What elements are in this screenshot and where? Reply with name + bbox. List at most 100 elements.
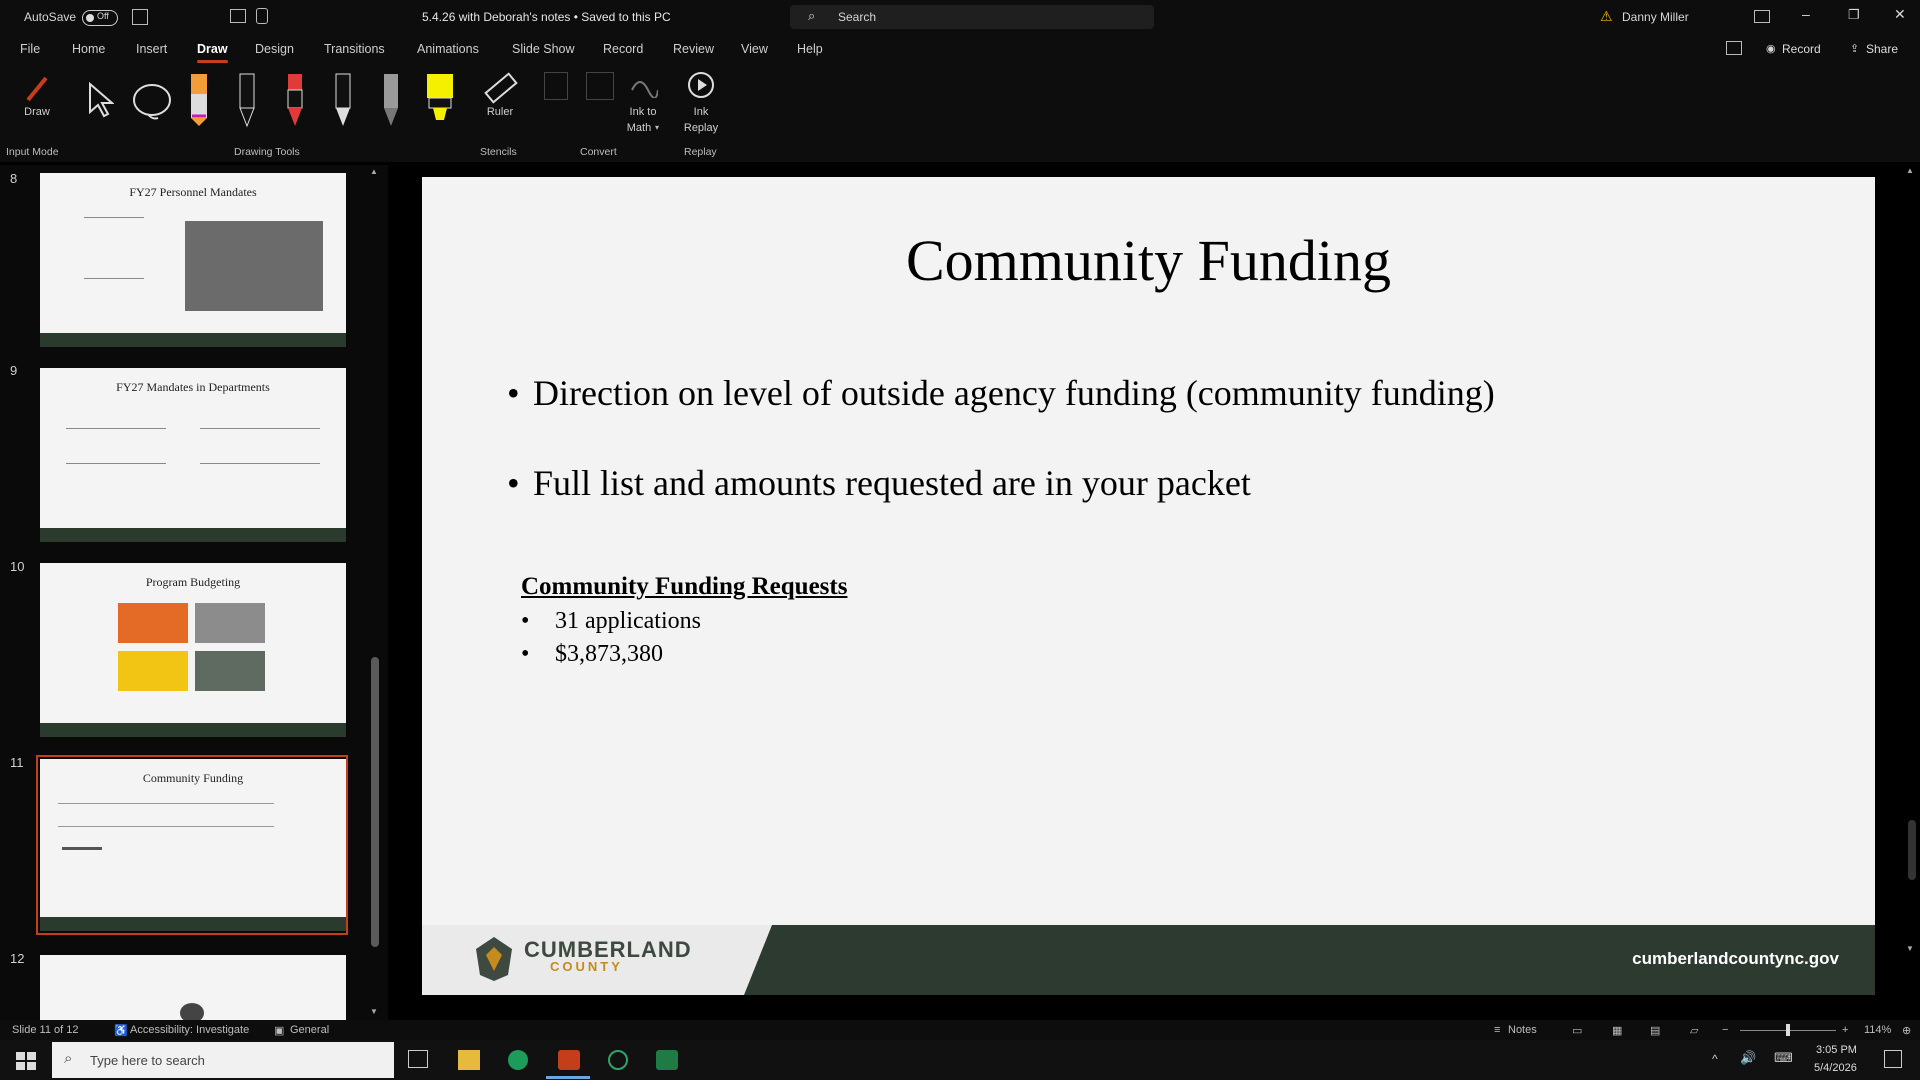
group-stencils: Stencils bbox=[480, 146, 517, 158]
select-arrow-icon[interactable] bbox=[86, 82, 114, 118]
slide-number: 12 bbox=[10, 951, 25, 966]
chevron-down-icon[interactable]: ▾ bbox=[655, 123, 659, 132]
thumbnail-footer bbox=[40, 917, 346, 931]
slide-bullet[interactable]: • Full list and amounts requested are in … bbox=[507, 462, 1251, 504]
thumbnail-scrollbar[interactable]: ▲ ▼ bbox=[368, 167, 382, 1020]
tab-design[interactable]: Design bbox=[255, 42, 294, 56]
ink-to-math-button[interactable] bbox=[628, 70, 659, 99]
slide-number: 11 bbox=[10, 755, 24, 770]
thumbnail-title: Program Budgeting bbox=[145, 575, 241, 589]
close-icon[interactable]: ✕ bbox=[1894, 6, 1906, 23]
taskbar-search[interactable]: ⌕ Type here to search bbox=[52, 1042, 394, 1078]
tab-insert[interactable]: Insert bbox=[136, 42, 167, 56]
minimize-icon[interactable]: – bbox=[1802, 6, 1810, 22]
tab-record[interactable]: Record bbox=[603, 42, 643, 56]
zoom-out-icon[interactable]: − bbox=[1722, 1024, 1728, 1036]
tab-draw[interactable]: Draw bbox=[197, 42, 228, 63]
file-explorer-icon[interactable] bbox=[458, 1050, 480, 1070]
ink-replay-icon bbox=[688, 72, 714, 98]
scroll-up-icon[interactable]: ▲ bbox=[370, 167, 378, 176]
app-icon[interactable] bbox=[608, 1050, 628, 1070]
powerpoint-icon[interactable] bbox=[558, 1050, 580, 1070]
main-scroll-down-icon[interactable]: ▼ bbox=[1906, 944, 1914, 953]
bullet-dot: • bbox=[521, 608, 530, 634]
reading-view-icon[interactable]: ▤ bbox=[1650, 1024, 1660, 1037]
slide-thumbnail-9[interactable]: FY27 Mandates in Departments bbox=[40, 368, 346, 542]
tray-chevron-icon[interactable]: ^ bbox=[1712, 1052, 1718, 1066]
draw-pencil-icon bbox=[26, 76, 48, 102]
search-box[interactable]: ⌕ Search bbox=[790, 5, 1154, 29]
record-dot-icon: ◉ bbox=[1766, 43, 1776, 55]
slide-thumbnail-12[interactable] bbox=[40, 955, 346, 1020]
pencil-gray-icon[interactable] bbox=[380, 72, 404, 128]
normal-view-icon[interactable]: ▭ bbox=[1572, 1024, 1582, 1037]
share-button[interactable]: ⇪ Share bbox=[1846, 38, 1906, 60]
touch-mode-icon[interactable] bbox=[256, 8, 268, 24]
clock-time[interactable]: 3:05 PM bbox=[1816, 1044, 1857, 1056]
slide-title[interactable]: Community Funding bbox=[422, 227, 1875, 294]
keyboard-icon[interactable]: ⌨ bbox=[1774, 1050, 1793, 1066]
main-scroll-up-icon[interactable]: ▲ bbox=[1906, 166, 1914, 175]
clock-date[interactable]: 5/4/2026 bbox=[1814, 1062, 1857, 1074]
sensitivity-icon: ▣ bbox=[274, 1025, 285, 1037]
accessibility-status[interactable]: Accessibility: Investigate bbox=[130, 1024, 249, 1036]
scrollbar-thumb[interactable] bbox=[371, 657, 379, 947]
record-button[interactable]: ◉ Record bbox=[1760, 38, 1826, 60]
tab-transitions[interactable]: Transitions bbox=[324, 42, 385, 56]
ribbon-display-icon[interactable] bbox=[1754, 10, 1770, 23]
autosave-state: Off bbox=[97, 10, 109, 21]
tab-animations[interactable]: Animations bbox=[417, 42, 479, 56]
tab-slide-show[interactable]: Slide Show bbox=[512, 42, 575, 56]
zoom-slider-handle[interactable] bbox=[1786, 1024, 1790, 1036]
edge-icon[interactable] bbox=[508, 1050, 528, 1070]
excel-icon[interactable] bbox=[656, 1050, 678, 1070]
main-scrollbar-thumb[interactable] bbox=[1908, 820, 1916, 880]
autosave-toggle[interactable]: Off bbox=[82, 9, 118, 26]
pen-gray-icon[interactable] bbox=[332, 72, 356, 128]
pen-white-icon[interactable] bbox=[236, 72, 260, 128]
highlighter-yellow-icon[interactable] bbox=[424, 70, 456, 126]
pen-orange-icon[interactable] bbox=[188, 72, 212, 128]
comments-icon[interactable] bbox=[1726, 41, 1742, 55]
ink-replay-button[interactable] bbox=[686, 70, 716, 100]
notes-button[interactable]: Notes bbox=[1508, 1024, 1537, 1036]
pen-red-icon[interactable] bbox=[284, 72, 308, 128]
thumbnail-title: FY27 Personnel Mandates bbox=[129, 185, 257, 199]
slideshow-view-icon[interactable]: ▱ bbox=[1690, 1024, 1698, 1037]
requests-heading[interactable]: Community Funding Requests bbox=[521, 573, 847, 601]
group-drawing-tools: Drawing Tools bbox=[234, 146, 300, 158]
task-view-icon[interactable] bbox=[408, 1050, 428, 1068]
notification-icon[interactable] bbox=[1884, 1050, 1902, 1068]
restore-icon[interactable]: ❐ bbox=[1848, 7, 1860, 23]
request-item[interactable]: • $3,873,380 bbox=[521, 641, 663, 668]
footer-logo-area: CUMBERLAND COUNTY bbox=[422, 925, 772, 995]
warning-icon[interactable]: ⚠ bbox=[1600, 8, 1613, 25]
windows-start-icon[interactable] bbox=[16, 1052, 36, 1070]
tab-help[interactable]: Help bbox=[797, 42, 823, 56]
slide-thumbnail-10[interactable]: Program Budgeting bbox=[40, 563, 346, 737]
save-icon[interactable] bbox=[132, 9, 148, 25]
slide-bullet[interactable]: • Direction on level of outside agency fu… bbox=[507, 372, 1495, 414]
ruler-icon[interactable] bbox=[482, 70, 518, 106]
document-title[interactable]: 5.4.26 with Deborah's notes • Saved to t… bbox=[422, 10, 671, 24]
scroll-down-icon[interactable]: ▼ bbox=[370, 1007, 378, 1016]
zoom-in-icon[interactable]: + bbox=[1842, 1024, 1848, 1036]
draw-tool-button[interactable] bbox=[22, 70, 52, 106]
present-icon[interactable] bbox=[230, 9, 246, 23]
user-name[interactable]: Danny Miller bbox=[1622, 10, 1689, 24]
slide-thumbnail-8[interactable]: FY27 Personnel Mandates bbox=[40, 173, 346, 347]
sensitivity-label[interactable]: General bbox=[290, 1024, 329, 1036]
request-text: 31 applications bbox=[555, 608, 701, 634]
tab-home[interactable]: Home bbox=[72, 42, 105, 56]
request-item[interactable]: • 31 applications bbox=[521, 608, 701, 635]
tab-view[interactable]: View bbox=[741, 42, 768, 56]
zoom-level[interactable]: 114% bbox=[1864, 1024, 1891, 1036]
tab-review[interactable]: Review bbox=[673, 42, 714, 56]
slide-thumbnail-11[interactable]: Community Funding bbox=[40, 759, 346, 931]
volume-icon[interactable]: 🔊 bbox=[1740, 1050, 1756, 1066]
fit-to-window-icon[interactable]: ⊕ bbox=[1902, 1024, 1911, 1037]
slide-canvas[interactable]: Community Funding • Direction on level of… bbox=[422, 177, 1875, 995]
slide-sorter-icon[interactable]: ▦ bbox=[1612, 1024, 1622, 1037]
tab-file[interactable]: File bbox=[20, 42, 40, 56]
lasso-icon[interactable] bbox=[130, 82, 174, 122]
